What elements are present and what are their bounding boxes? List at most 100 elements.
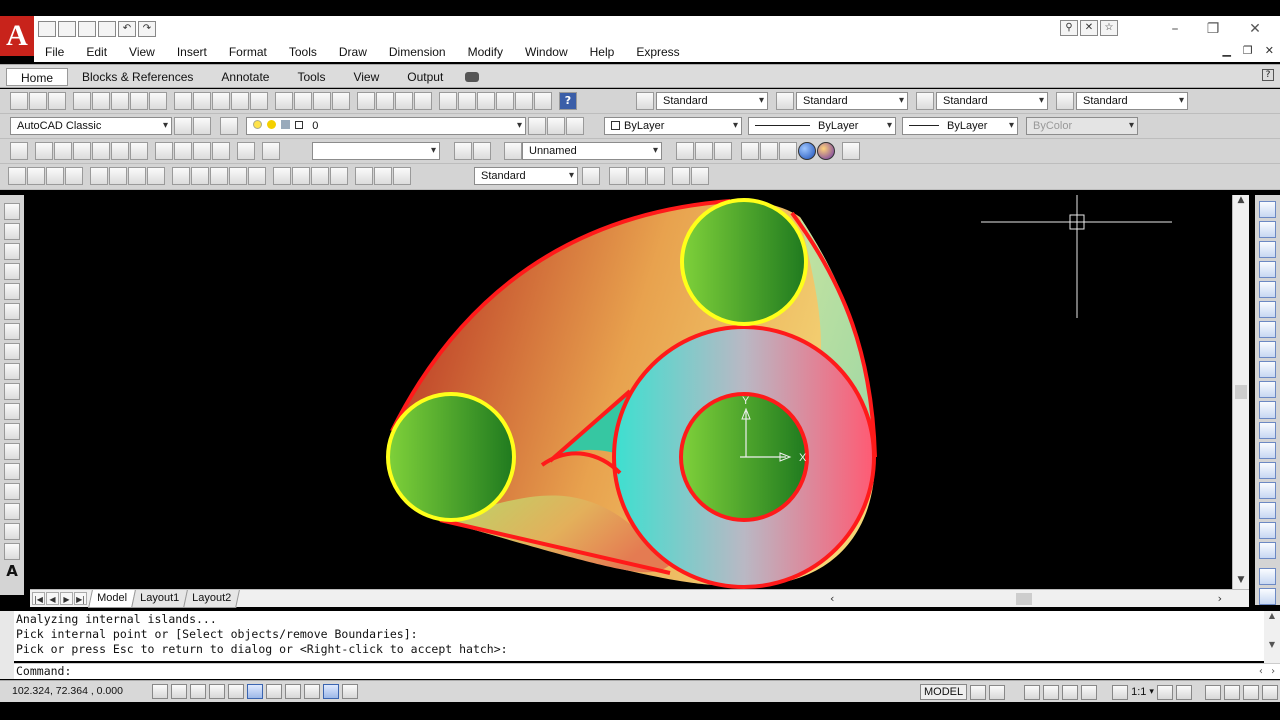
3d-orbit-icon[interactable]	[695, 142, 713, 160]
my-workspace-icon[interactable]	[193, 117, 211, 135]
stretch-icon[interactable]	[1259, 361, 1276, 379]
point-icon[interactable]	[4, 463, 20, 480]
sphere-icon[interactable]	[92, 142, 110, 160]
3d-rotate-icon[interactable]	[237, 142, 255, 160]
angular-dimension-icon[interactable]	[147, 167, 165, 185]
first-layout-icon[interactable]: |◀	[32, 592, 45, 605]
match-properties-icon[interactable]	[231, 92, 249, 110]
ordinate-dimension-icon[interactable]	[65, 167, 83, 185]
tool-palettes-icon[interactable]	[477, 92, 495, 110]
dimension-edit-icon[interactable]	[355, 167, 373, 185]
text-style-select[interactable]: Standard	[656, 92, 768, 110]
open-icon[interactable]	[29, 92, 47, 110]
radius-dimension-icon[interactable]	[90, 167, 108, 185]
command-history-scrollbar[interactable]: ▲ ▼	[1264, 611, 1280, 663]
helix-icon[interactable]	[174, 142, 192, 160]
workspace-settings-icon[interactable]	[174, 117, 192, 135]
redo-icon[interactable]	[313, 92, 331, 110]
previous-layout-icon[interactable]: ◀	[46, 592, 59, 605]
communication-center-icon[interactable]: ✕	[1080, 20, 1098, 36]
linetype-control-select[interactable]: ByLayer	[748, 117, 896, 135]
layer-state-icon[interactable]	[566, 117, 584, 135]
drawing-canvas[interactable]: Y X	[30, 195, 1232, 589]
command-scroll-up-icon[interactable]: ▲	[1264, 611, 1280, 620]
scroll-right-icon[interactable]: ›	[1218, 592, 1222, 605]
infer-constraints-icon[interactable]	[152, 684, 168, 699]
ucs-icon[interactable]	[454, 142, 472, 160]
design-center-icon[interactable]	[458, 92, 476, 110]
polar-tracking-icon[interactable]	[228, 684, 244, 699]
pan-icon[interactable]	[357, 92, 375, 110]
box-icon[interactable]	[35, 142, 53, 160]
circle-icon[interactable]	[4, 323, 20, 340]
minimize-window-button[interactable]: –	[1160, 20, 1190, 38]
chamfer-icon[interactable]	[1259, 481, 1276, 499]
quick-dimension-icon[interactable]	[172, 167, 190, 185]
tab-output[interactable]: Output	[393, 68, 457, 86]
menu-edit[interactable]: Edit	[75, 45, 118, 59]
dimension-style-manager-icon[interactable]	[582, 167, 600, 185]
zoom-window-icon[interactable]	[395, 92, 413, 110]
add-leader-icon[interactable]	[628, 167, 646, 185]
steeringwheels-icon[interactable]	[1062, 684, 1079, 700]
remove-leader-icon[interactable]	[647, 167, 665, 185]
drawing-minimize-button[interactable]: ▁	[1222, 44, 1230, 57]
help-icon[interactable]: ?	[559, 92, 577, 110]
new-file-icon[interactable]	[38, 21, 56, 37]
visual-style-select[interactable]	[312, 142, 440, 160]
zoom-previous-icon[interactable]	[414, 92, 432, 110]
zoom-status-icon[interactable]	[1043, 684, 1060, 700]
multileader-style-select[interactable]: Standard	[1076, 92, 1188, 110]
blend-curves-icon[interactable]	[1259, 521, 1276, 539]
torus-icon[interactable]	[130, 142, 148, 160]
tab-view[interactable]: View	[339, 68, 393, 86]
hatch-icon[interactable]	[4, 483, 20, 500]
trim-icon[interactable]	[1259, 381, 1276, 399]
application-menu-button[interactable]: A	[0, 16, 34, 56]
paste-icon[interactable]	[212, 92, 230, 110]
publish-icon[interactable]	[111, 92, 129, 110]
annotation-scale-icon[interactable]	[1112, 684, 1129, 700]
command-window-grip[interactable]	[0, 611, 14, 679]
render-environment-icon[interactable]	[817, 142, 835, 160]
aligned-dimension-icon[interactable]	[27, 167, 45, 185]
ribbon-minimize-toggle-icon[interactable]	[465, 72, 480, 82]
tab-annotate[interactable]: Annotate	[207, 68, 283, 86]
inspection-icon[interactable]	[311, 167, 329, 185]
menu-insert[interactable]: Insert	[166, 45, 218, 59]
rectangle-icon[interactable]	[4, 283, 20, 300]
3d-move-icon[interactable]	[676, 142, 694, 160]
drawing-close-button[interactable]: ✕	[1265, 44, 1274, 57]
menu-tools[interactable]: Tools	[278, 45, 328, 59]
table-icon[interactable]	[4, 543, 20, 560]
erase-icon[interactable]	[1259, 201, 1276, 219]
polysolid-icon[interactable]	[10, 142, 28, 160]
quick-view-drawings-icon[interactable]	[989, 684, 1006, 700]
dimension-style-control-select[interactable]: Standard	[474, 167, 578, 185]
dynamic-ucs-icon[interactable]	[304, 684, 320, 699]
advanced-render-settings-icon[interactable]	[842, 142, 860, 160]
drawing-restore-button[interactable]: ❐	[1243, 44, 1253, 57]
annotation-scale-dropdown-icon[interactable]: ▾	[1149, 687, 1154, 697]
lineweight-control-select[interactable]: ByLayer	[902, 117, 1018, 135]
multiline-text-icon[interactable]: A	[4, 563, 20, 580]
horizontal-scrollbar[interactable]: ‹ ›	[826, 592, 1226, 606]
jogged-dimension-icon[interactable]	[109, 167, 127, 185]
layer-select[interactable]: 0	[246, 117, 526, 135]
break-icon[interactable]	[1259, 441, 1276, 459]
menu-help[interactable]: Help	[579, 45, 626, 59]
tab-layout1[interactable]: Layout1	[131, 590, 189, 608]
copy-object-icon[interactable]	[1259, 221, 1276, 239]
rotate-icon[interactable]	[1259, 321, 1276, 339]
block-editor-icon[interactable]	[250, 92, 268, 110]
search-icon[interactable]: ⚲	[1060, 20, 1078, 36]
horizontal-scroll-thumb[interactable]	[1016, 593, 1032, 605]
multileader-collect-icon[interactable]	[691, 167, 709, 185]
polygon-icon[interactable]	[4, 263, 20, 280]
object-snap-icon[interactable]	[247, 684, 263, 699]
drawing-area[interactable]: Y X	[30, 195, 1232, 589]
annotation-scale-value[interactable]: 1:1	[1131, 686, 1146, 698]
quick-view-layouts-icon[interactable]	[970, 684, 987, 700]
line-icon[interactable]	[4, 203, 20, 220]
insert-block-icon[interactable]	[4, 423, 20, 440]
